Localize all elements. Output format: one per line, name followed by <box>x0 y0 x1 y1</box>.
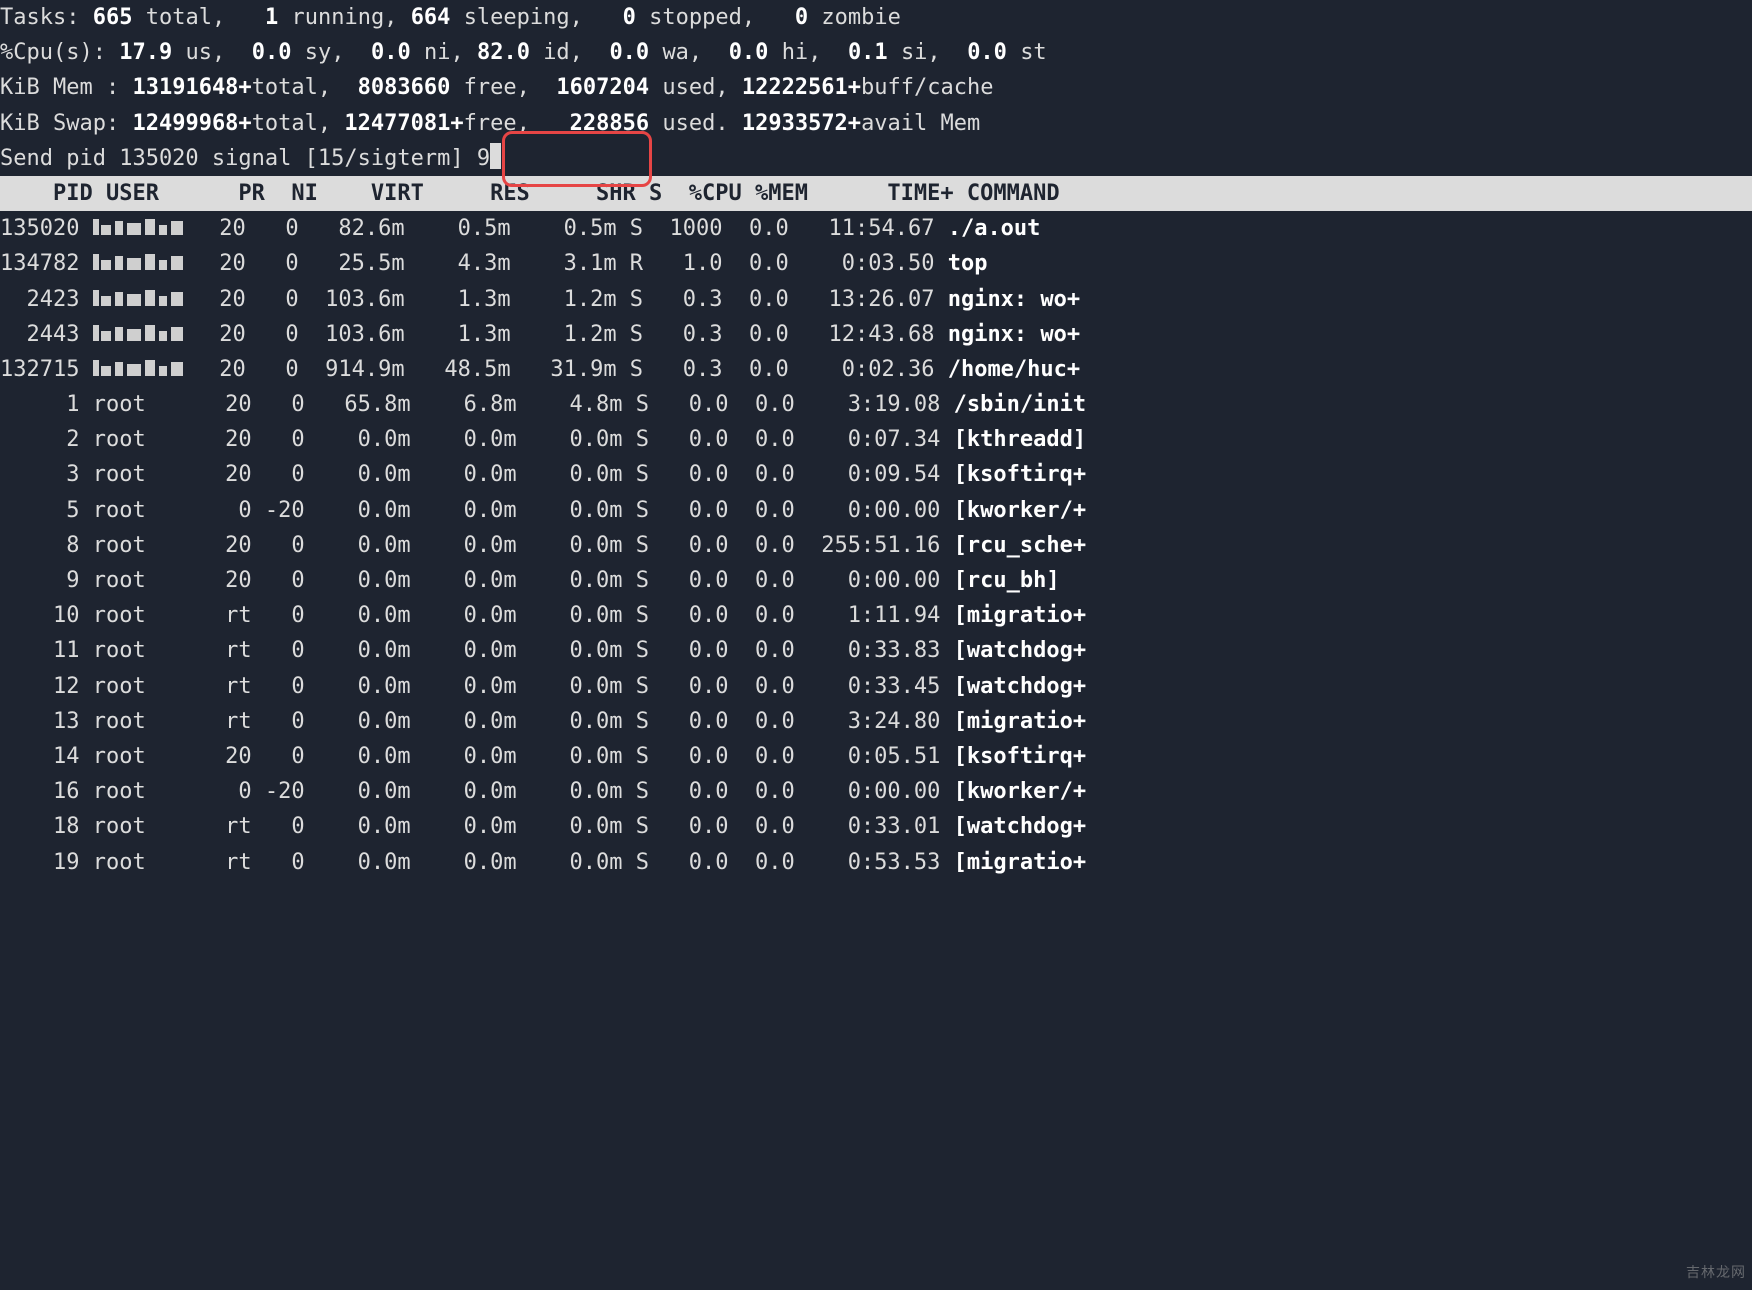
table-row: 11 root rt 0 0.0m 0.0m 0.0m S 0.0 0.0 0:… <box>0 633 1752 668</box>
signal-prompt[interactable]: Send pid 135020 signal [15/sigterm] 9 <box>0 141 1752 176</box>
tasks-line: Tasks: 665 total, 1 running, 664 sleepin… <box>0 0 1752 35</box>
cpu-line: %Cpu(s): 17.9 us, 0.0 sy, 0.0 ni, 82.0 i… <box>0 35 1752 70</box>
table-row: 14 root 20 0 0.0m 0.0m 0.0m S 0.0 0.0 0:… <box>0 739 1752 774</box>
table-row: 16 root 0 -20 0.0m 0.0m 0.0m S 0.0 0.0 0… <box>0 774 1752 809</box>
table-row: 10 root rt 0 0.0m 0.0m 0.0m S 0.0 0.0 1:… <box>0 598 1752 633</box>
table-row: 9 root 20 0 0.0m 0.0m 0.0m S 0.0 0.0 0:0… <box>0 563 1752 598</box>
table-row: 5 root 0 -20 0.0m 0.0m 0.0m S 0.0 0.0 0:… <box>0 493 1752 528</box>
terminal-output[interactable]: Tasks: 665 total, 1 running, 664 sleepin… <box>0 0 1752 880</box>
table-row: 13 root rt 0 0.0m 0.0m 0.0m S 0.0 0.0 3:… <box>0 704 1752 739</box>
table-row: 8 root 20 0 0.0m 0.0m 0.0m S 0.0 0.0 255… <box>0 528 1752 563</box>
table-row: 135020 20 0 82.6m 0.5m 0.5m S 1000 0.0 1… <box>0 211 1752 246</box>
signal-input-value[interactable]: 9 <box>477 146 490 171</box>
table-row: 19 root rt 0 0.0m 0.0m 0.0m S 0.0 0.0 0:… <box>0 845 1752 880</box>
mem-line: KiB Mem : 13191648+total, 8083660 free, … <box>0 70 1752 105</box>
table-row: 18 root rt 0 0.0m 0.0m 0.0m S 0.0 0.0 0:… <box>0 809 1752 844</box>
table-row: 2 root 20 0 0.0m 0.0m 0.0m S 0.0 0.0 0:0… <box>0 422 1752 457</box>
table-row: 12 root rt 0 0.0m 0.0m 0.0m S 0.0 0.0 0:… <box>0 669 1752 704</box>
process-list: 135020 20 0 82.6m 0.5m 0.5m S 1000 0.0 1… <box>0 211 1752 880</box>
table-row: 134782 20 0 25.5m 4.3m 3.1m R 1.0 0.0 0:… <box>0 246 1752 281</box>
table-row: 132715 20 0 914.9m 48.5m 31.9m S 0.3 0.0… <box>0 352 1752 387</box>
cursor-icon <box>490 143 501 169</box>
swap-line: KiB Swap: 12499968+total, 12477081+free,… <box>0 106 1752 141</box>
table-header: PID USER PR NI VIRT RES SHR S %CPU %MEM … <box>0 176 1752 211</box>
watermark-text: 吉林龙网 <box>1686 1262 1746 1284</box>
table-row: 3 root 20 0 0.0m 0.0m 0.0m S 0.0 0.0 0:0… <box>0 457 1752 492</box>
table-row: 2443 20 0 103.6m 1.3m 1.2m S 0.3 0.0 12:… <box>0 317 1752 352</box>
table-row: 1 root 20 0 65.8m 6.8m 4.8m S 0.0 0.0 3:… <box>0 387 1752 422</box>
table-row: 2423 20 0 103.6m 1.3m 1.2m S 0.3 0.0 13:… <box>0 282 1752 317</box>
